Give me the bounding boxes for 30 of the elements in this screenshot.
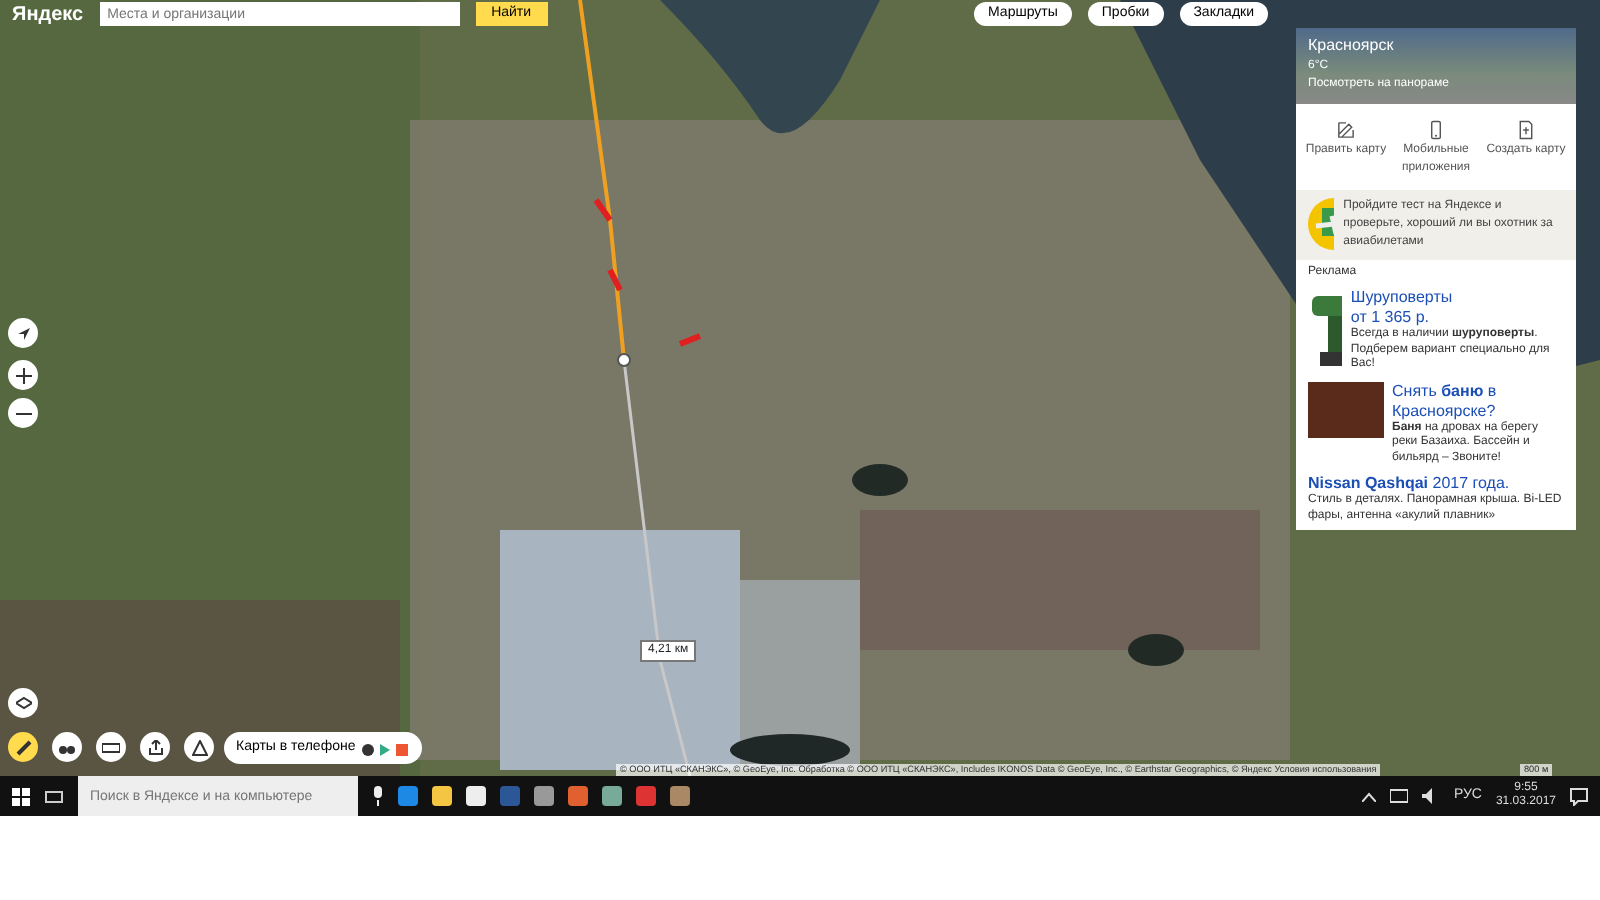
- ruler-icon: [15, 739, 31, 755]
- phone-icon: [1426, 120, 1446, 140]
- chevron-up-icon[interactable]: [1361, 791, 1376, 801]
- warning-icon: [191, 739, 207, 755]
- bag-icon[interactable]: [466, 786, 486, 806]
- arrow-icon: [15, 325, 31, 341]
- ad-price: от 1 365 р.: [1350, 308, 1431, 327]
- task-view-icon[interactable]: [44, 789, 64, 803]
- plus-icon: [15, 367, 31, 383]
- share-icon: [147, 739, 163, 755]
- document-plus-icon: [1516, 120, 1536, 140]
- ad-title[interactable]: Nissan Qashqai 2017 года.: [1308, 474, 1564, 495]
- layers-icon: [15, 695, 31, 711]
- windows-start-icon[interactable]: [12, 787, 30, 805]
- ad-title[interactable]: Шуруповерты: [1350, 288, 1564, 309]
- city-name: Красноярск: [1308, 34, 1396, 58]
- printer-icon: [102, 739, 120, 755]
- store-logos-icon: [361, 741, 410, 755]
- app-icon[interactable]: [670, 786, 690, 806]
- notifications-icon[interactable]: [1570, 787, 1588, 805]
- photo-placeholder: [1308, 381, 1384, 438]
- microphone-icon[interactable]: [372, 786, 384, 806]
- folder-icon[interactable]: [432, 786, 452, 806]
- ad-title[interactable]: Снять баню в Красноярске?: [1392, 381, 1564, 422]
- network-icon[interactable]: [1389, 788, 1408, 804]
- pencil-icon: [1336, 120, 1356, 140]
- browser-icon[interactable]: [398, 786, 418, 806]
- logo[interactable]: Яндекс: [12, 0, 84, 29]
- browser-icon[interactable]: [636, 786, 656, 806]
- airplane-badge-icon: [1308, 198, 1334, 251]
